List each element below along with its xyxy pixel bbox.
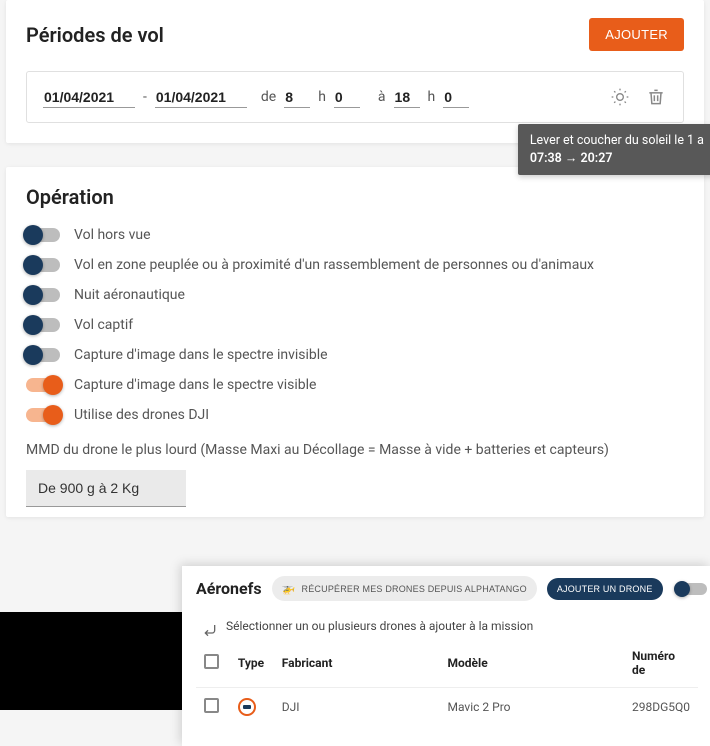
add-period-button[interactable]: AJOUTER [589,18,684,51]
toggle-label: Utilise des drones DJI [74,407,209,423]
select-hint-text: Sélectionner un ou plusieurs drones à aj… [226,619,533,633]
toggle-dji[interactable] [26,408,60,422]
select-hint: Sélectionner un ou plusieurs drones à aj… [226,619,698,633]
row-serial: 298DG5Q0 [624,688,698,727]
aircraft-header: Aéronefs 🚁 RÉCUPÉRER MES DRONES DEPUIS A… [196,576,698,601]
tooltip-line2: 07:38 → 20:27 [530,150,704,168]
label-de: de [261,89,276,105]
toggle-label: Vol captif [74,317,133,333]
label-h1: h [318,89,326,105]
toggle-captif[interactable] [26,318,60,332]
toggle-label: Capture d'image dans le spectre invisibl… [74,347,328,363]
toggle-row-dji: Utilise des drones DJI [26,407,684,423]
label-h2: h [428,89,436,105]
retrieve-label: RÉCUPÉRER MES DRONES DEPUIS ALPHATANGO [302,584,527,594]
sunrise-sunset-tooltip: Lever et coucher du soleil le 1 a 07:38 … [518,124,710,175]
toggle-nuit[interactable] [26,288,60,302]
select-all-checkbox[interactable] [204,654,219,669]
toggle-spectre-invisible[interactable] [26,348,60,362]
archived-toggle[interactable] [677,583,707,595]
min-from-input[interactable] [334,87,360,108]
flight-periods-header: Périodes de vol AJOUTER [26,18,684,51]
period-actions [609,86,667,108]
sun-icon[interactable] [609,86,631,108]
flight-periods-card: Périodes de vol AJOUTER - de h à h [6,0,704,143]
hour-from-input[interactable] [284,87,310,108]
min-to-input[interactable] [443,87,469,108]
drone-table: Type Fabricant Modèle Numéro de DJI Mavi… [196,643,698,726]
row-checkbox[interactable] [204,698,219,713]
toggle-zone-peuplee[interactable] [26,258,60,272]
period-row: - de h à h [26,71,684,123]
header-manufacturer: Fabricant [274,643,440,688]
date-from-input[interactable] [43,87,135,108]
header-type: Type [230,643,274,688]
drone-icon: 🚁 [282,582,296,595]
toggle-row-vol-hors-vue: Vol hors vue [26,227,684,243]
date-to-input[interactable] [155,87,247,108]
operation-card: Opération Vol hors vue Vol en zone peupl… [6,167,704,517]
black-strip [0,612,182,710]
flight-periods-title: Périodes de vol [26,23,164,47]
toggle-vol-hors-vue[interactable] [26,228,60,242]
header-model: Modèle [440,643,624,688]
header-serial: Numéro de [624,643,698,688]
row-model: Mavic 2 Pro [440,688,624,727]
aircraft-panel: Aéronefs 🚁 RÉCUPÉRER MES DRONES DEPUIS A… [182,566,710,746]
toggle-label: Vol en zone peuplée ou à proximité d'un … [74,257,594,273]
toggle-label: Nuit aéronautique [74,287,185,303]
drone-type-icon [238,698,256,716]
hour-to-input[interactable] [394,87,420,108]
toggle-row-zone-peuplee: Vol en zone peuplée ou à proximité d'un … [26,257,684,273]
toggle-row-captif: Vol captif [26,317,684,333]
label-a: à [378,89,386,105]
toggle-row-spectre-visible: Capture d'image dans le spectre visible [26,377,684,393]
date-separator: - [143,89,147,105]
retrieve-drones-button[interactable]: 🚁 RÉCUPÉRER MES DRONES DEPUIS ALPHATANGO [272,576,537,601]
mmd-label: MMD du drone le plus lourd (Masse Maxi a… [26,441,684,460]
toggle-row-nuit: Nuit aéronautique [26,287,684,303]
return-arrow-icon [202,621,218,640]
toggle-label: Vol hors vue [74,227,151,243]
add-drone-button[interactable]: AJOUTER UN DRONE [547,578,663,600]
toggle-row-spectre-invisible: Capture d'image dans le spectre invisibl… [26,347,684,363]
table-row[interactable]: DJI Mavic 2 Pro 298DG5Q0 [196,688,698,727]
toggle-label: Capture d'image dans le spectre visible [74,377,316,393]
archived-toggle-group: Avec archivés [677,582,710,596]
operation-title: Opération [26,185,684,209]
trash-icon[interactable] [645,86,667,108]
mmd-select[interactable] [26,470,186,507]
tooltip-line1: Lever et coucher du soleil le 1 a [530,132,704,150]
row-manufacturer: DJI [274,688,440,727]
aircraft-title: Aéronefs [196,579,262,598]
toggle-spectre-visible[interactable] [26,378,60,392]
